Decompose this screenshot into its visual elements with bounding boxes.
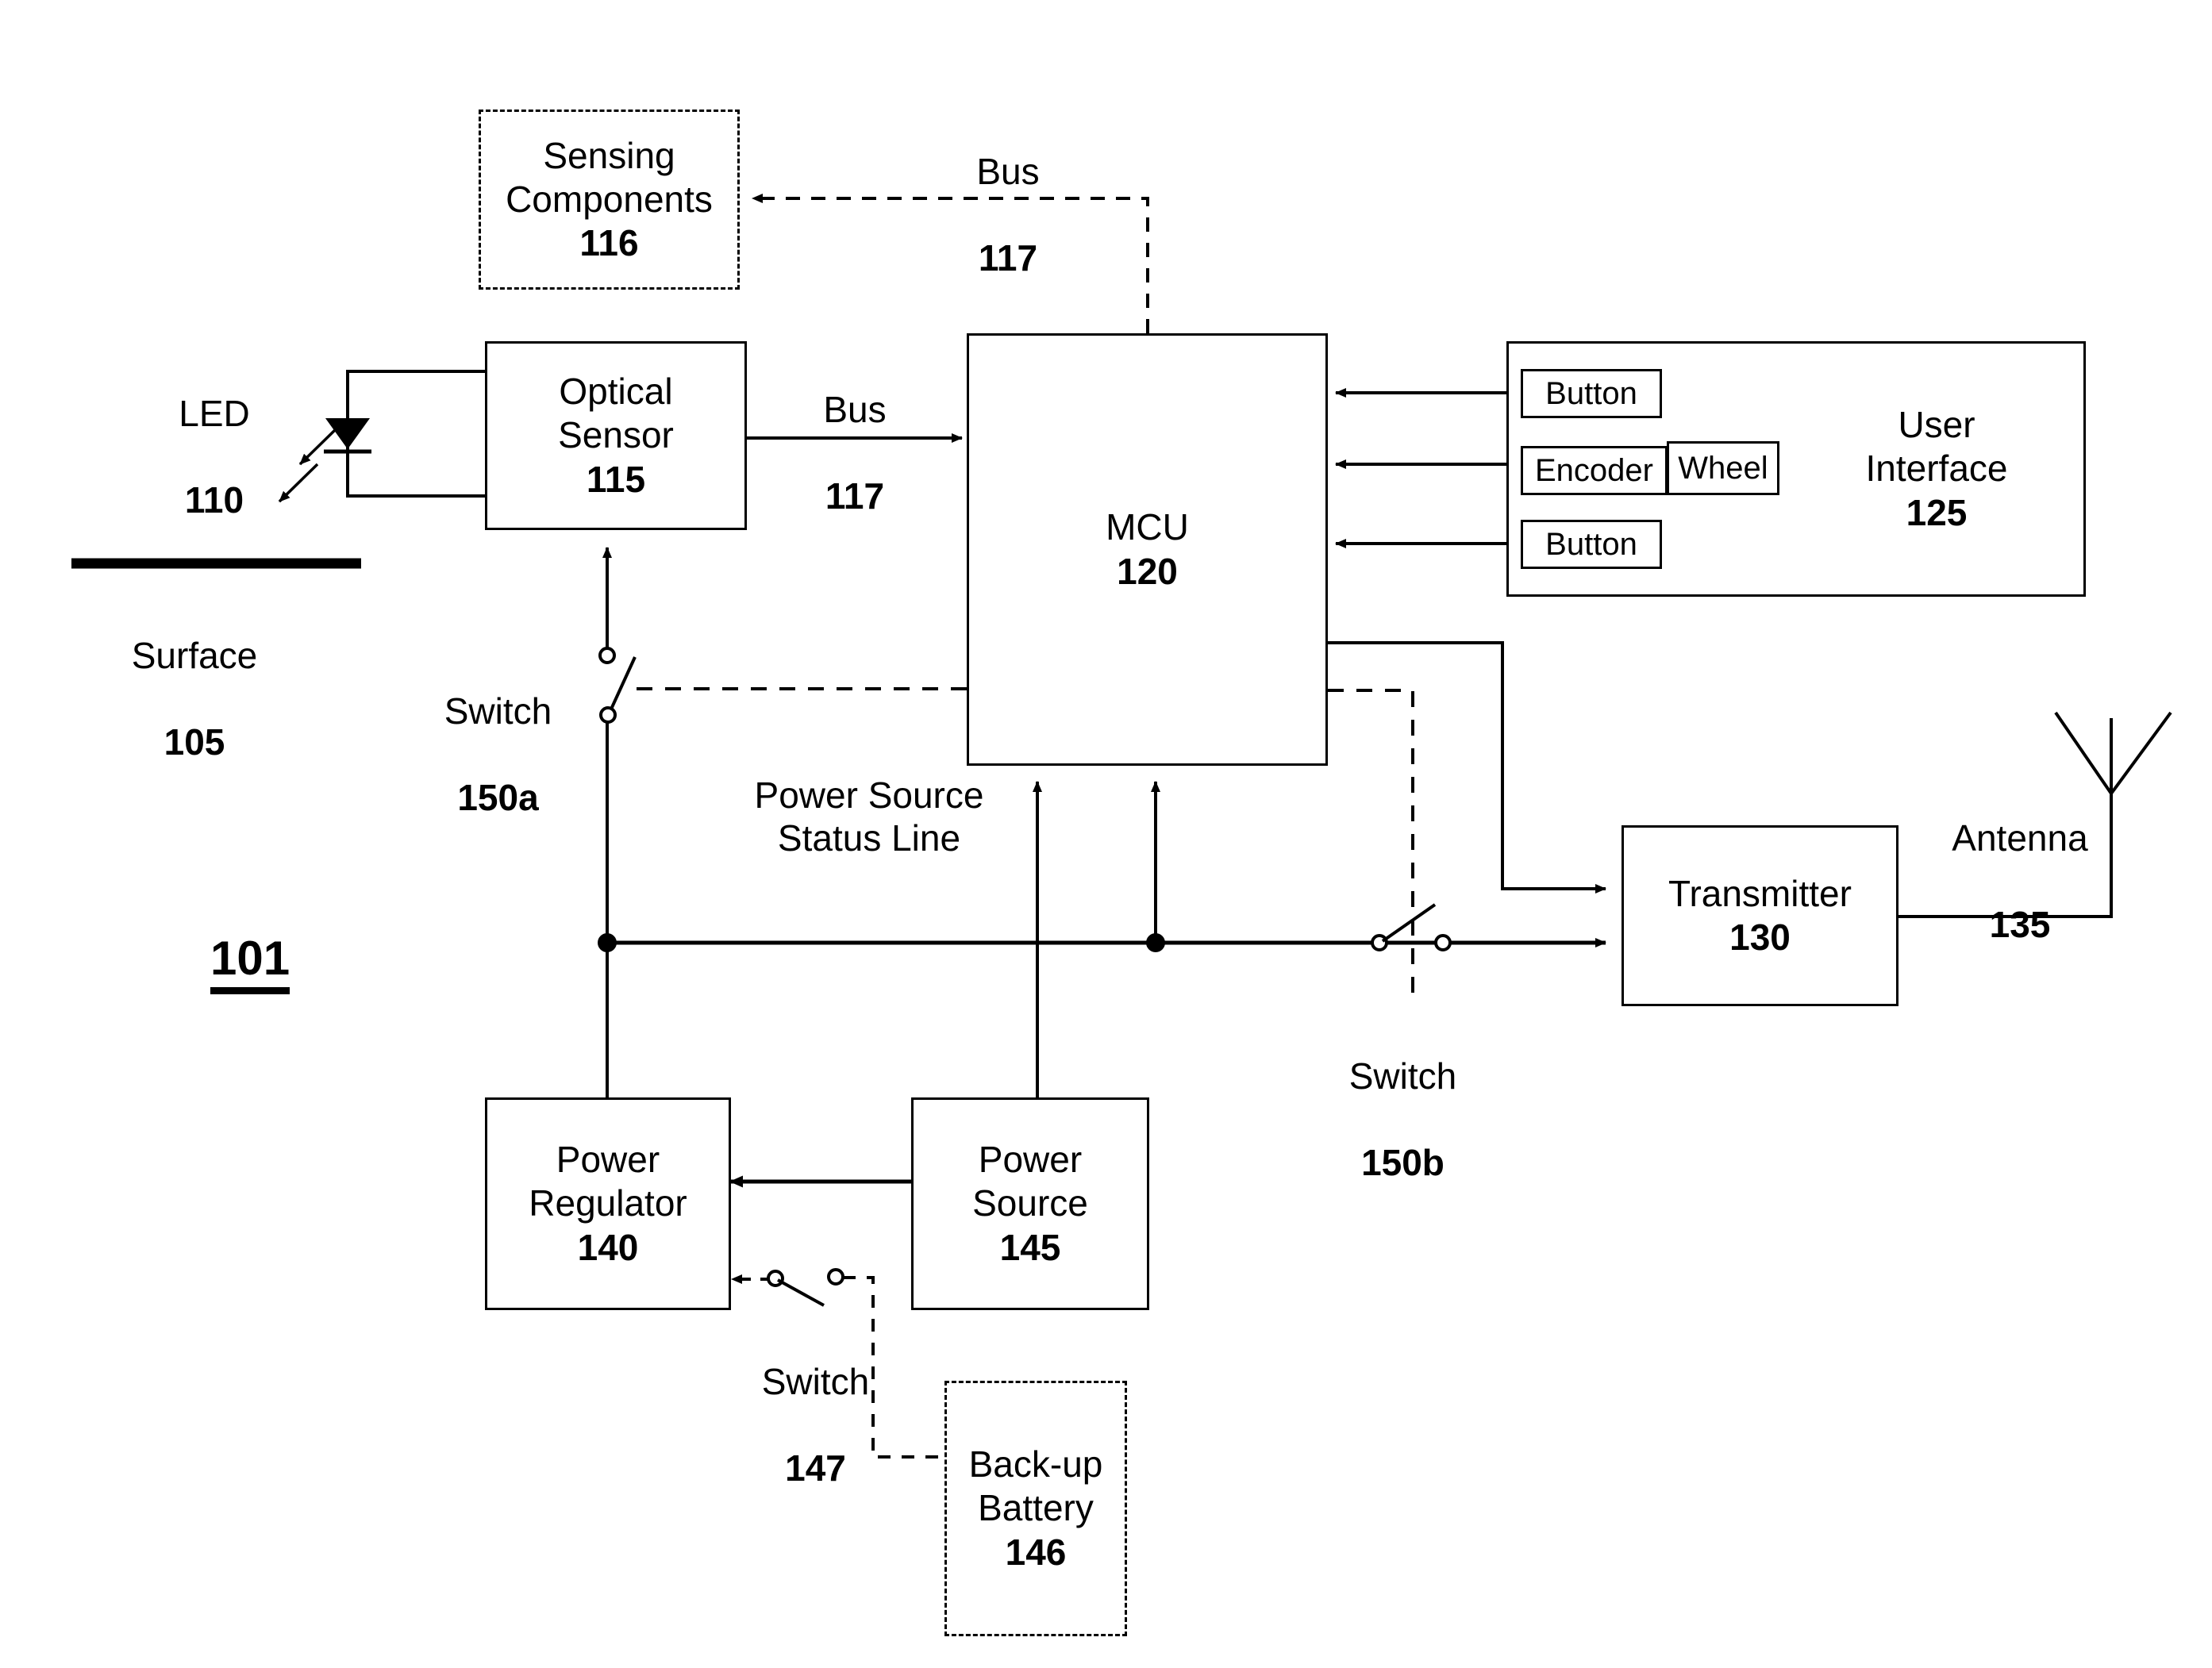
switch-147-terminal-left (767, 1270, 784, 1287)
label-bus-top-ref: 117 (978, 236, 1038, 279)
transmitter-ref: 130 (1729, 917, 1791, 958)
ui-wheel[interactable]: Wheel (1667, 441, 1779, 495)
backup-battery-title: Back-up Battery (968, 1443, 1103, 1529)
label-switch-150a: Switch 150a (413, 647, 583, 862)
block-power-regulator-text: Power Regulator 140 (485, 1097, 731, 1310)
label-led-ref: 110 (184, 478, 244, 521)
figure-ref-101: 101 (210, 931, 290, 994)
label-switch-150a-ref: 150a (457, 776, 539, 818)
label-switch-147-ref: 147 (785, 1447, 846, 1489)
block-power-source-text: Power Source 145 (911, 1097, 1149, 1310)
block-optical-sensor-text: Optical Sensor 115 (485, 341, 747, 530)
label-bus-middle-ref: 117 (825, 475, 885, 517)
antenna-prong-right (2110, 711, 2172, 795)
label-surface-ref: 105 (163, 721, 225, 763)
mcu-title: MCU (1106, 506, 1189, 548)
sensing-components-ref: 116 (579, 222, 639, 264)
label-switch-150b-ref: 150b (1361, 1141, 1445, 1183)
label-switch-150b: Switch 150b (1318, 1012, 1488, 1227)
wire-mcu-to-switch150b-control (1328, 689, 1414, 1000)
figure-ref-101-value: 101 (210, 931, 290, 994)
user-interface-ref: 125 (1906, 491, 1968, 533)
label-led-name: LED (179, 393, 250, 435)
power-source-title: Power Source (972, 1139, 1088, 1224)
ui-encoder-label: Encoder (1535, 452, 1653, 488)
label-bus-top-name: Bus (976, 151, 1040, 193)
label-antenna-name: Antenna (1952, 817, 2088, 859)
label-bus-middle-name: Bus (823, 389, 887, 431)
block-mcu-text: MCU 120 (967, 333, 1328, 766)
patent-figure-canvas: Sensing Components 116 Optical Sensor 11… (0, 0, 2212, 1668)
label-led: LED 110 (123, 349, 306, 564)
optical-sensor-title: Optical Sensor (558, 371, 674, 456)
switch-150a-terminal-bottom (599, 706, 617, 724)
user-interface-title: User Interface (1865, 404, 2008, 490)
ui-wheel-label: Wheel (1678, 450, 1768, 486)
label-antenna: Antenna 135 (1921, 774, 2119, 989)
power-regulator-title: Power Regulator (529, 1139, 687, 1224)
transmitter-title: Transmitter (1668, 872, 1852, 914)
switch-150a-terminal-top (598, 647, 616, 664)
label-bus-top: Bus 117 (933, 107, 1083, 322)
ui-button-top[interactable]: Button (1521, 369, 1662, 418)
ui-button-bottom-label: Button (1545, 526, 1637, 562)
switch-150b-terminal-left (1371, 934, 1388, 951)
ui-button-top-label: Button (1545, 375, 1637, 411)
label-antenna-ref: 135 (1989, 903, 2051, 945)
ui-button-bottom[interactable]: Button (1521, 520, 1662, 569)
label-bus-middle: Bus 117 (779, 345, 930, 560)
power-source-ref: 145 (999, 1226, 1061, 1268)
sensing-components-title: Sensing Components (506, 134, 713, 220)
block-sensing-components-text: Sensing Components 116 (479, 110, 740, 290)
backup-battery-ref: 146 (1005, 1531, 1067, 1573)
label-switch-147: Switch 147 (730, 1317, 901, 1532)
label-surface: Surface 105 (87, 591, 302, 806)
label-switch-150b-name: Switch (1348, 1055, 1457, 1097)
switch-150b-blade (1381, 903, 1437, 943)
block-user-interface-text: User Interface 125 (1786, 341, 2087, 597)
label-surface-name: Surface (131, 635, 258, 677)
block-transmitter-text: Transmitter 130 (1621, 825, 1898, 1006)
switch-147-terminal-right (827, 1268, 844, 1286)
power-regulator-ref: 140 (577, 1226, 639, 1268)
wire-mcu-to-transmitter (1328, 641, 1606, 894)
switch-150b-terminal-right (1434, 934, 1452, 951)
ui-encoder[interactable]: Encoder (1521, 446, 1668, 495)
switch-150a-blade (608, 656, 637, 713)
switch-147-blade (777, 1278, 825, 1307)
label-switch-150a-name: Switch (444, 690, 552, 732)
label-power-source-status-line: Power Source Status Line (754, 774, 984, 859)
mcu-ref: 120 (1117, 550, 1178, 592)
optical-sensor-ref: 115 (586, 458, 646, 500)
label-switch-147-name: Switch (761, 1361, 870, 1403)
block-backup-battery-text: Back-up Battery 146 (944, 1381, 1127, 1636)
